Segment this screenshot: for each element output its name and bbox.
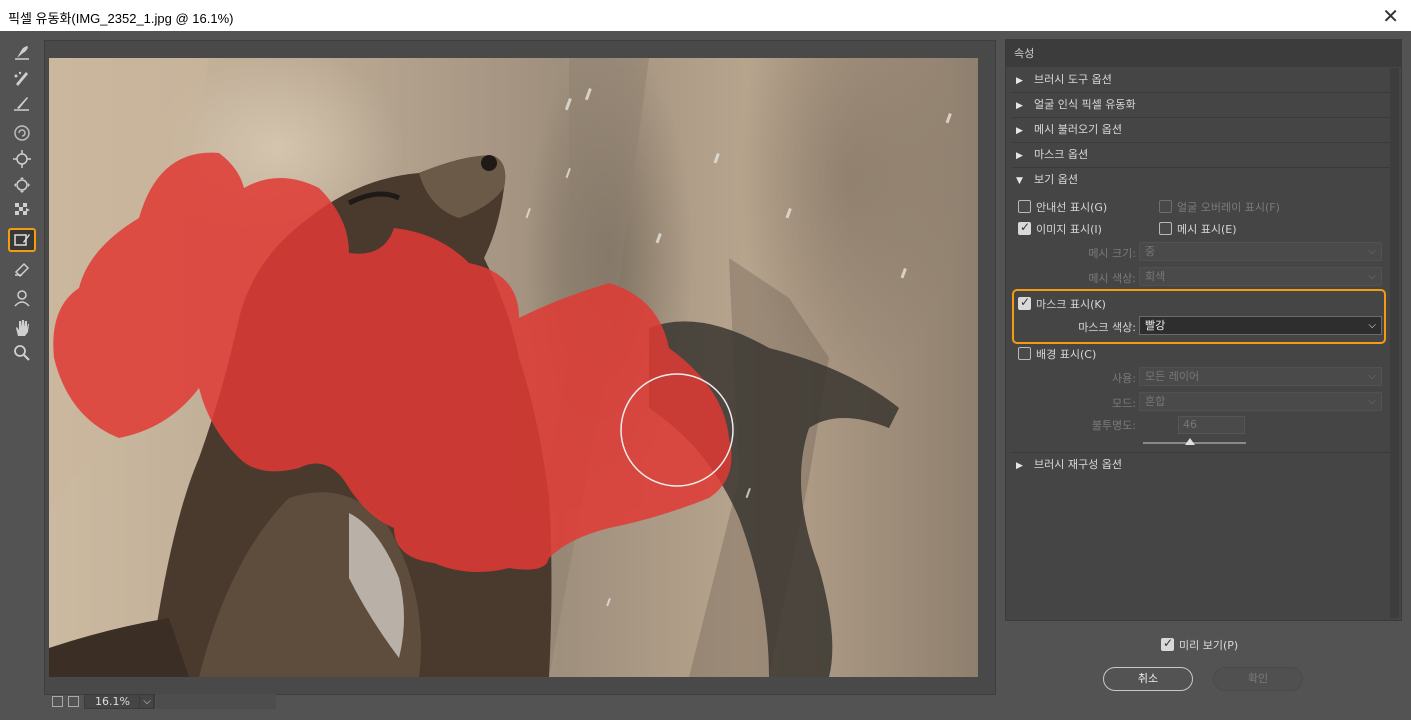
zoom-out-box-icon[interactable] [52,696,63,707]
cancel-button[interactable]: 취소 [1103,667,1193,691]
hand-tool-icon[interactable] [8,316,36,340]
mesh-color-label: 메시 색상: [1088,272,1136,285]
mesh-color-value: 회색 [1145,270,1166,283]
freeze-mask-tool-icon[interactable] [8,228,36,252]
face-tool-icon[interactable] [8,286,36,310]
smooth-tool-icon[interactable] [8,91,36,115]
chevron-down-icon: ⌵ [1368,271,1376,282]
section-load-mesh[interactable]: ▶ 메시 불러오기 옵션 [1012,118,1390,143]
section-label: 메시 불러오기 옵션 [1034,123,1122,136]
use-select[interactable]: 모든 레이어 ⌵ [1139,367,1382,386]
section-mask-options[interactable]: ▶ 마스크 옵션 [1012,143,1390,168]
zoom-tool-icon[interactable] [8,341,36,365]
mask-color-select[interactable]: 빨강 ⌵ [1139,316,1382,335]
zoom-dropdown-icon[interactable]: ⌵ [139,694,155,709]
opacity-slider-thumb[interactable] [1185,438,1196,445]
window-title: 픽셀 유동화(IMG_2352_1.jpg @ 16.1%) [8,11,234,26]
section-label: 브러시 재구성 옵션 [1034,458,1122,471]
canvas-area[interactable] [44,40,996,695]
zoom-track [156,694,276,709]
mask-color-value: 빨강 [1145,319,1166,332]
show-guides-label: 안내선 표시(G) [1036,201,1108,214]
push-left-tool-icon[interactable] [8,198,36,222]
section-label: 보기 옵션 [1034,173,1078,186]
properties-scrollbar[interactable] [1390,68,1399,618]
show-image-label: 이미지 표시(I) [1036,223,1102,236]
close-icon[interactable]: ✕ [1382,4,1399,28]
expand-down-icon: ▼ [1016,176,1023,186]
show-backdrop-label: 배경 표시(C) [1036,348,1097,361]
chevron-down-icon: ⌵ [1368,246,1376,257]
reconstruct-tool-icon[interactable] [8,66,36,90]
preview-image[interactable] [49,58,978,677]
section-brush-reconstruct[interactable]: ▶ 브러시 재구성 옵션 [1012,452,1390,477]
mesh-size-select[interactable]: 중 ⌵ [1139,242,1382,261]
ok-button[interactable]: 확인 [1213,667,1303,691]
section-label: 얼굴 인식 픽셀 유동화 [1034,98,1136,111]
section-view-options[interactable]: ▼ 보기 옵션 [1012,168,1390,193]
expand-right-icon: ▶ [1016,126,1023,136]
chevron-down-icon: ⌵ [1368,396,1376,407]
mesh-size-label: 메시 크기: [1088,247,1136,260]
preview-checkbox[interactable] [1161,636,1174,651]
section-face-aware[interactable]: ▶ 얼굴 인식 픽셀 유동화 [1012,93,1390,118]
mode-select[interactable]: 혼합 ⌵ [1139,392,1382,411]
title-bar: 픽셀 유동화(IMG_2352_1.jpg @ 16.1%) ✕ [0,0,1411,31]
section-label: 브러시 도구 옵션 [1034,73,1112,86]
use-value: 모든 레이어 [1145,370,1200,383]
twirl-tool-icon[interactable] [8,121,36,145]
mesh-color-select[interactable]: 회색 ⌵ [1139,267,1382,286]
sea-lion-photo [49,58,952,677]
show-face-overlay-checkbox[interactable] [1159,200,1172,213]
chevron-down-icon: ⌵ [1368,320,1376,331]
show-mask-label: 마스크 표시(K) [1036,298,1106,311]
zoom-bar: 16.1% ⌵ [44,693,996,711]
opacity-input[interactable]: 46 [1178,416,1245,434]
show-guides-checkbox[interactable] [1018,200,1031,213]
mask-color-label: 마스크 색상: [1078,321,1136,334]
show-mask-checkbox[interactable] [1018,295,1031,310]
bloat-tool-icon[interactable] [8,173,36,197]
show-image-checkbox[interactable] [1018,220,1031,235]
forward-warp-tool-icon[interactable] [8,40,36,64]
show-backdrop-checkbox[interactable] [1018,347,1031,360]
properties-panel: 속성 ▶ 브러시 도구 옵션 ▶ 얼굴 인식 픽셀 유동화 ▶ 메시 불러오기 옵션 … [1005,39,1402,621]
opacity-label: 불투명도: [1091,419,1136,432]
mode-value: 혼합 [1145,395,1166,408]
preview-label: 미리 보기(P) [1179,639,1239,652]
expand-right-icon: ▶ [1016,151,1023,161]
expand-right-icon: ▶ [1016,76,1023,86]
chevron-down-icon: ⌵ [1368,371,1376,382]
expand-right-icon: ▶ [1016,461,1023,471]
show-mesh-label: 메시 표시(E) [1177,223,1237,236]
zoom-in-box-icon[interactable] [68,696,79,707]
show-mesh-checkbox[interactable] [1159,222,1172,235]
expand-right-icon: ▶ [1016,101,1023,111]
use-label: 사용: [1112,372,1136,385]
section-label: 마스크 옵션 [1034,148,1089,161]
show-face-overlay-label: 얼굴 오버레이 표시(F) [1177,201,1280,214]
section-brush-tool-options[interactable]: ▶ 브러시 도구 옵션 [1012,68,1390,93]
pucker-tool-icon[interactable] [8,147,36,171]
mesh-size-value: 중 [1145,245,1156,258]
properties-title: 속성 [1006,40,1401,67]
thaw-mask-tool-icon[interactable] [8,256,36,280]
mode-label: 모드: [1112,397,1136,410]
tool-bar [0,31,44,720]
